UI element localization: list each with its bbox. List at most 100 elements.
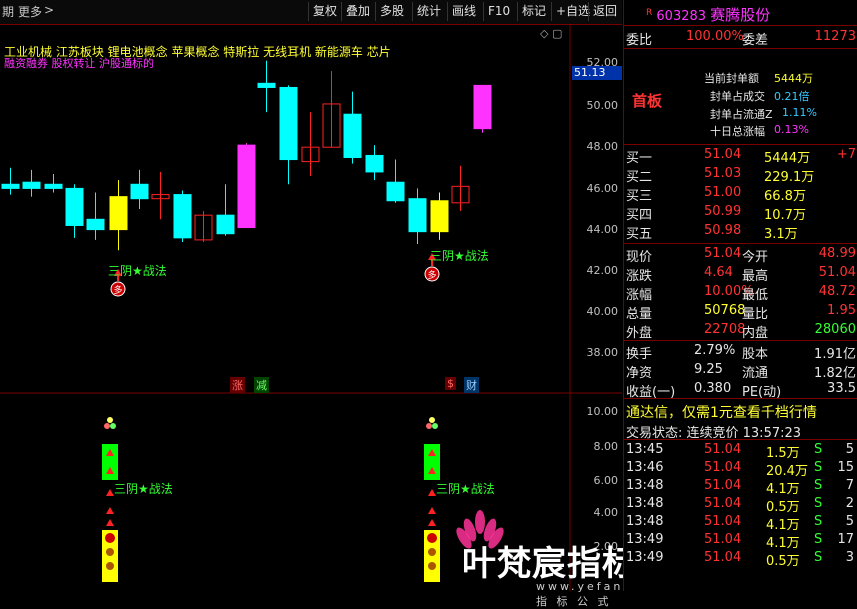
candle-body xyxy=(65,187,84,226)
duo-signal-text: 多 xyxy=(427,269,436,281)
tick-side: S xyxy=(814,442,823,457)
more-arrow-icon[interactable]: > xyxy=(44,3,54,17)
bid-price: 51.03 xyxy=(704,166,742,181)
bid-price: 51.00 xyxy=(704,185,742,200)
tick-count: 5 xyxy=(845,442,854,457)
tick-side: S xyxy=(814,478,823,493)
fund-value: 1.91亿 xyxy=(814,347,856,362)
tag-reduce[interactable]: 减 xyxy=(254,377,269,393)
promo-link[interactable]: 通达信，仅需1元查看千档行情 xyxy=(626,402,857,422)
bid-price: 50.99 xyxy=(704,204,742,219)
statistics-button[interactable]: 统计 xyxy=(412,2,445,21)
bid-volume: 10.7万 xyxy=(764,208,806,223)
dot-icon xyxy=(107,417,113,423)
draw-line-button[interactable]: 画线 xyxy=(447,2,480,21)
y-tick-44: 44.00 xyxy=(586,223,619,236)
y-tick-52: 52.00 xyxy=(586,56,619,69)
bid-label: 买五 xyxy=(626,227,653,242)
period-label[interactable]: 期 xyxy=(2,3,14,20)
fund-value: 2.79% xyxy=(694,343,736,358)
tick-volume: 0.5万 xyxy=(766,554,800,569)
quote-label: 总量 xyxy=(626,307,653,322)
quote-value: 51.04 xyxy=(818,265,856,280)
bid-price: 51.04 xyxy=(704,147,742,162)
sub-signal-label-1: 三阴★战法 xyxy=(114,482,173,496)
candle-body xyxy=(216,214,235,235)
bid-change: +7 xyxy=(836,147,856,162)
quote-label: 今开 xyxy=(742,250,769,265)
up-arrow-icon xyxy=(428,489,436,496)
coin-icon xyxy=(428,562,436,570)
sub-y-tick-4: 4.00 xyxy=(593,506,619,519)
kline-svg: 多多 xyxy=(0,24,622,591)
tick-count: 7 xyxy=(845,478,854,493)
quote-label: 最高 xyxy=(742,269,769,284)
tick-side: S xyxy=(814,514,823,529)
tick-count: 3 xyxy=(845,550,854,565)
up-arrow-icon xyxy=(106,507,114,514)
tick-count: 2 xyxy=(845,496,854,511)
tick-time: 13:48 xyxy=(626,514,664,529)
fund-value: 33.5 xyxy=(827,381,856,396)
up-arrow-icon xyxy=(428,519,436,526)
tick-time: 13:45 xyxy=(626,442,664,457)
fund-value: 0.380 xyxy=(694,381,732,396)
quote-value: 51.04 xyxy=(704,246,742,261)
kline-chart[interactable]: 多多 ◇ ▢ 工业机械 江苏板块 锂电池概念 苹果概念 特斯拉 无线耳机 新能源… xyxy=(0,24,741,608)
sub-y-tick-10: 10.00 xyxy=(586,405,619,418)
tick-time: 13:46 xyxy=(626,460,664,475)
dot-icon xyxy=(429,417,435,423)
y-tick-46: 46.00 xyxy=(586,182,619,195)
candle-body xyxy=(237,144,256,229)
r-icon: R xyxy=(646,8,653,18)
candle-body xyxy=(44,183,63,189)
coin-icon xyxy=(428,548,436,556)
bid-label: 买四 xyxy=(626,208,653,223)
bid-label: 买二 xyxy=(626,170,653,185)
quote-label: 涨跌 xyxy=(626,269,653,284)
sub-signal-label-2: 三阴★战法 xyxy=(436,482,495,496)
candle-body xyxy=(386,181,405,202)
quote-value: 4.64 xyxy=(704,265,733,280)
candle-body xyxy=(173,194,192,239)
fund-value: 9.25 xyxy=(694,362,723,377)
fund-label: 换手 xyxy=(626,347,653,362)
candle-body xyxy=(86,218,105,231)
coin-icon xyxy=(106,562,114,570)
f10-button[interactable]: F10 xyxy=(483,2,514,21)
tick-volume: 20.4万 xyxy=(766,464,808,479)
multi-stock-button[interactable]: 多股 xyxy=(375,2,408,21)
tick-price: 51.04 xyxy=(704,442,742,457)
board-label: 首板 xyxy=(632,92,663,110)
quote-label: 内盘 xyxy=(742,326,769,341)
tag-limit-up[interactable]: 涨 xyxy=(230,377,245,393)
restore-rights-button[interactable]: 复权 xyxy=(308,2,341,21)
quote-label: 涨幅 xyxy=(626,288,653,303)
tick-volume: 0.5万 xyxy=(766,500,800,515)
tick-price: 51.04 xyxy=(704,532,742,547)
stock-header[interactable]: R 603283 赛腾股份 xyxy=(646,4,857,25)
y-tick-38: 38.00 xyxy=(586,346,619,359)
more-button[interactable]: 更多 xyxy=(18,3,42,20)
tick-volume: 4.1万 xyxy=(766,518,800,533)
dot-icon xyxy=(426,423,432,429)
candle-body xyxy=(22,181,41,189)
overlay-button[interactable]: 叠加 xyxy=(341,2,374,21)
signal-label-1: 三阴★战法 xyxy=(108,264,167,278)
quote-label: 现价 xyxy=(626,250,653,265)
tag-finance[interactable]: 财 xyxy=(464,377,479,393)
quote-label: 外盘 xyxy=(626,326,653,341)
candle-body xyxy=(365,154,384,173)
tick-volume: 1.5万 xyxy=(766,446,800,461)
chart-toolbar: 期 更多 > 复权 叠加 多股 统计 画线 F10 标记 +自选 返回 xyxy=(0,0,622,25)
chart-corner-icons[interactable]: ◇ ▢ xyxy=(540,27,562,40)
quote-panel: R 603283 赛腾股份 委比 100.00% 委差 11273 首板 当前封… xyxy=(623,0,857,591)
tick-price: 51.04 xyxy=(704,460,742,475)
tag-dollar[interactable]: $ xyxy=(445,377,456,390)
bid-volume: 5444万 xyxy=(764,151,811,166)
tick-time: 13:48 xyxy=(626,496,664,511)
tick-count: 15 xyxy=(837,460,854,475)
mark-button[interactable]: 标记 xyxy=(517,2,550,21)
candle-body xyxy=(257,82,276,88)
back-button[interactable]: 返回 xyxy=(588,2,621,21)
